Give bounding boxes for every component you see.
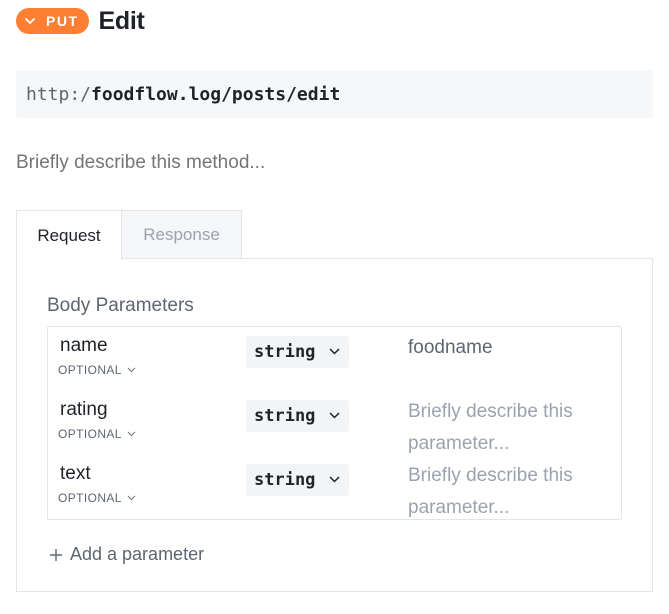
chevron-down-icon: [127, 495, 136, 501]
section-title: Body Parameters: [47, 295, 194, 316]
method-label: PUT: [46, 13, 79, 29]
parameter-row: name OPTIONAL string foodname: [48, 327, 621, 391]
parameter-name[interactable]: text: [60, 463, 91, 485]
parameter-description[interactable]: Briefly describe this parameter...: [408, 396, 613, 460]
chevron-down-icon: [127, 431, 136, 437]
parameter-row: rating OPTIONAL string Briefly describe …: [48, 391, 621, 455]
endpoint-header: PUT Edit: [16, 4, 145, 38]
method-badge[interactable]: PUT: [16, 8, 89, 34]
request-panel: Body Parameters name OPTIONAL string foo…: [16, 258, 653, 592]
parameter-table: name OPTIONAL string foodname rating OPT…: [47, 326, 622, 520]
chevron-down-icon: [127, 367, 136, 373]
type-select[interactable]: string: [246, 336, 349, 368]
chevron-down-icon: [329, 412, 340, 419]
request-response-tabs: Request Response: [16, 210, 242, 260]
type-value: string: [254, 470, 316, 490]
parameter-description[interactable]: Briefly describe this parameter...: [408, 460, 613, 524]
chevron-down-icon: [329, 348, 340, 355]
requirement-label: OPTIONAL: [58, 491, 122, 505]
url-prefix: http:/: [26, 83, 92, 105]
parameter-row: text OPTIONAL string Briefly describe th…: [48, 455, 621, 519]
type-select[interactable]: string: [246, 464, 349, 496]
parameter-description[interactable]: foodname: [408, 332, 613, 364]
add-parameter-label: Add a parameter: [70, 544, 205, 564]
chevron-down-icon: [329, 476, 340, 483]
chevron-down-icon: [25, 18, 35, 24]
requirement-toggle[interactable]: OPTIONAL: [58, 363, 136, 377]
type-select[interactable]: string: [246, 400, 349, 432]
requirement-toggle[interactable]: OPTIONAL: [58, 491, 136, 505]
type-value: string: [254, 406, 316, 426]
parameter-name[interactable]: name: [60, 335, 108, 357]
method-description-input[interactable]: [16, 152, 616, 174]
requirement-label: OPTIONAL: [58, 427, 122, 441]
url-path: foodflow.log/posts/edit: [91, 83, 341, 105]
url-field[interactable]: http:/foodflow.log/posts/edit: [16, 70, 653, 118]
parameter-name[interactable]: rating: [60, 399, 108, 421]
endpoint-title[interactable]: Edit: [99, 7, 145, 36]
add-parameter-button[interactable]: Add a parameter: [49, 544, 204, 565]
requirement-label: OPTIONAL: [58, 363, 122, 377]
tab-request[interactable]: Request: [16, 210, 122, 260]
plus-icon: [50, 548, 62, 561]
tab-response[interactable]: Response: [122, 210, 242, 259]
type-value: string: [254, 342, 316, 362]
requirement-toggle[interactable]: OPTIONAL: [58, 427, 136, 441]
